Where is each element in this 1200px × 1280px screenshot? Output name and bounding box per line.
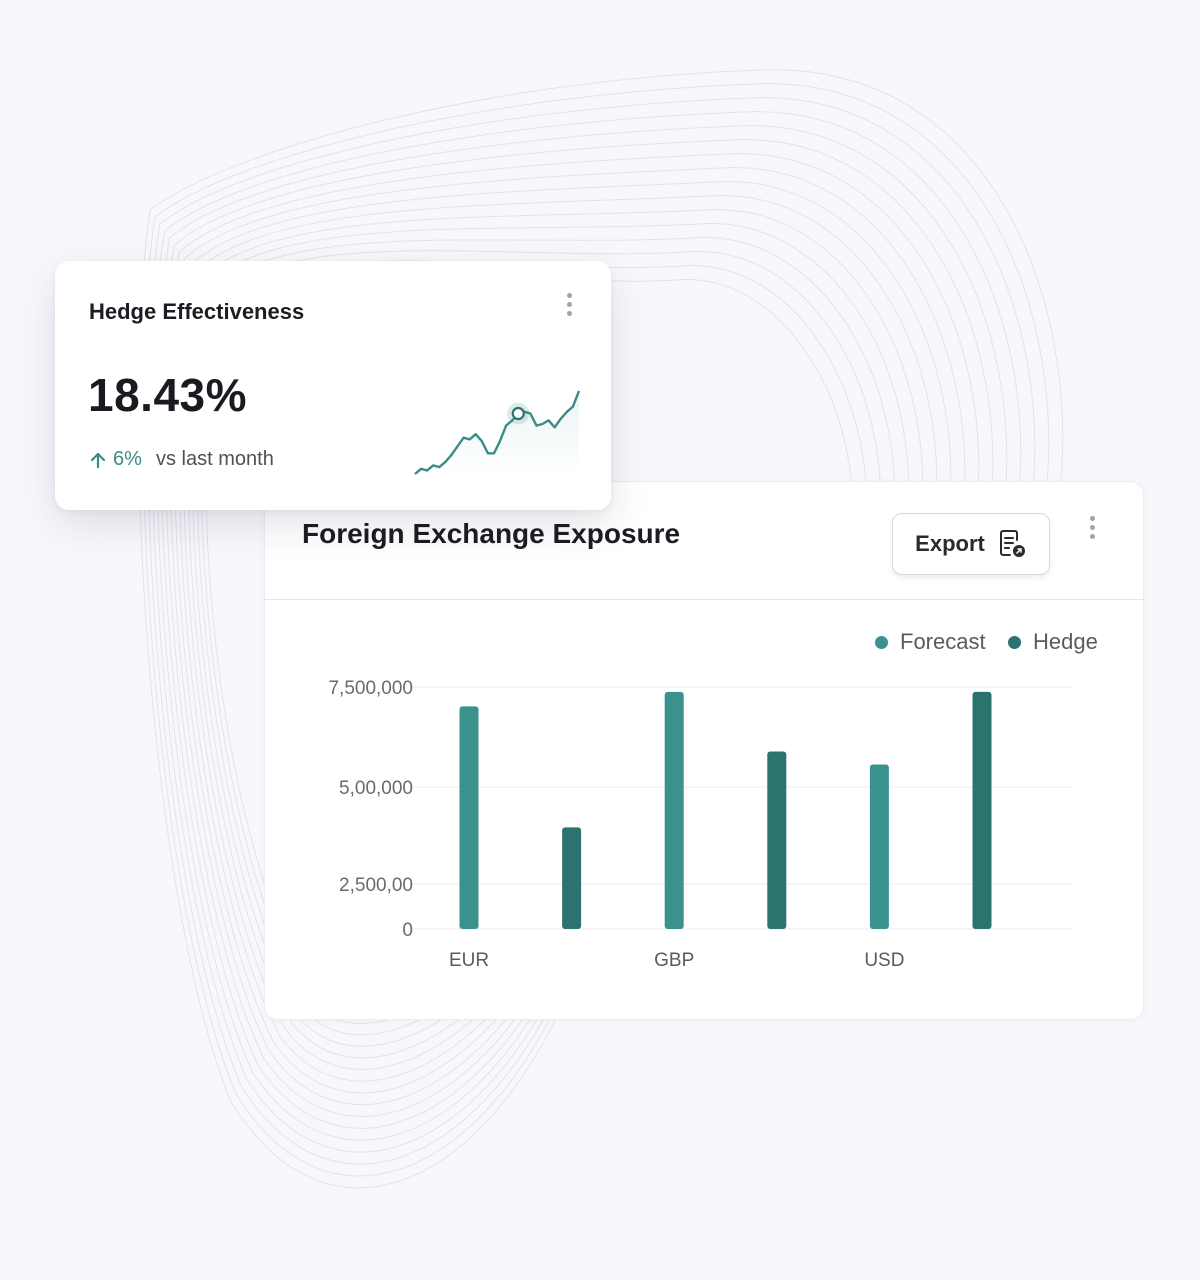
x-tick-label: USD — [864, 950, 904, 971]
arrow-up-icon — [90, 452, 106, 468]
hedge-card-title: Hedge Effectiveness — [89, 299, 305, 324]
hedge-card-more-icon[interactable] — [566, 293, 572, 319]
y-tick-label: 5,00,000 — [339, 778, 413, 799]
fx-exposure-card: Foreign Exchange Exposure Export Forecas… — [264, 481, 1144, 1020]
hedge-sparkline — [414, 390, 581, 476]
y-tick-label: 0 — [402, 920, 413, 941]
hedge-compare-label: vs last month — [156, 448, 274, 470]
hedge-change-value: 6% — [113, 448, 142, 470]
bar-hedge — [562, 827, 582, 929]
sparkline-marker — [511, 406, 525, 421]
fx-bar-chart: 7,500,000 5,00,000 2,500,00 0 EUR GBP USD — [328, 678, 1073, 971]
hedge-effectiveness-card: Hedge Effectiveness 18.43% 6% vs last mo… — [55, 261, 611, 510]
sparkline-area — [415, 391, 579, 476]
x-tick-label: EUR — [449, 950, 489, 971]
bar-hedge — [767, 751, 787, 929]
bar-forecast — [664, 691, 684, 929]
bar-forecast — [869, 764, 889, 929]
bar-forecast — [459, 706, 479, 929]
hedge-change-indicator: 6% — [89, 448, 142, 471]
hedge-effectiveness-value: 18.43% — [88, 369, 248, 421]
x-tick-label: GBP — [654, 950, 694, 971]
bar-hedge — [972, 691, 992, 929]
y-tick-label: 7,500,000 — [328, 678, 413, 699]
y-tick-label: 2,500,00 — [339, 875, 413, 896]
